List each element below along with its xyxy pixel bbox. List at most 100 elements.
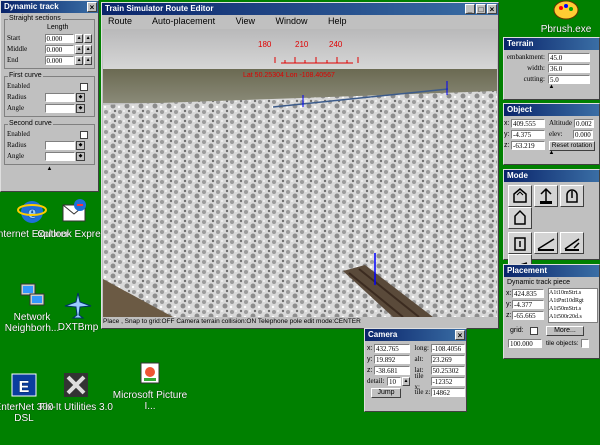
camera-tile-z-field[interactable]: 14862: [430, 388, 465, 397]
group-title: Second curve: [8, 120, 53, 127]
object-z-field[interactable]: -63.219: [511, 141, 545, 150]
minimize-icon[interactable]: _: [465, 4, 475, 14]
list-item[interactable]: A1t10mStrt.s: [549, 289, 597, 297]
more-button[interactable]: More...: [546, 325, 584, 336]
enabled-label: Enabled: [7, 130, 30, 138]
camera-lat-field[interactable]: 50.25302: [430, 366, 465, 375]
slider-button[interactable]: ◆: [76, 152, 85, 161]
place-track-tool[interactable]: [533, 232, 558, 254]
start-label: Start: [7, 34, 21, 42]
tile-objects-label: tile objects:: [546, 340, 579, 347]
menu-route[interactable]: Route: [108, 16, 132, 26]
close-icon[interactable]: ×: [487, 4, 497, 14]
second-curve-angle-field[interactable]: [45, 152, 75, 161]
second-curve-radius-field[interactable]: [45, 141, 75, 150]
list-item[interactable]: A1t50mStrt.s: [549, 305, 597, 313]
picture-it-icon: [135, 358, 165, 388]
object-x-field[interactable]: 409.555: [511, 119, 545, 128]
placement-x-field[interactable]: 424.835: [512, 289, 544, 298]
spin-button[interactable]: ▲: [84, 56, 92, 65]
move-object-tool[interactable]: [533, 185, 558, 207]
menu-view[interactable]: View: [236, 16, 255, 26]
slider-button[interactable]: ◆: [76, 104, 85, 113]
select-object-tool[interactable]: [508, 232, 532, 254]
list-item[interactable]: A1t500r20d.s: [549, 313, 597, 321]
camera-z-field[interactable]: -38.681: [374, 366, 410, 375]
enternet-icon: E: [9, 370, 39, 400]
desktop-icon-fix-it[interactable]: Fix-It Utilities 3.0: [38, 370, 114, 413]
second-curve-enabled-checkbox[interactable]: [80, 130, 88, 139]
embankment-field[interactable]: 45.0: [548, 53, 590, 62]
cutting-field[interactable]: 5.0: [548, 75, 590, 84]
terrain-titlebar[interactable]: Terrain: [504, 38, 599, 50]
paintbrush-icon: [551, 0, 581, 22]
alt-label: alt:: [414, 355, 424, 363]
spin-button[interactable]: ▲: [75, 45, 84, 54]
start-length-field[interactable]: 0.000: [44, 34, 75, 43]
mode-titlebar[interactable]: Mode: [504, 170, 599, 182]
tile-objects-field[interactable]: [580, 339, 589, 348]
route-editor-window: Train Simulator Route Editor × □ _ Route…: [101, 2, 499, 329]
dynamic-track-titlebar[interactable]: Dynamic track ×: [1, 1, 98, 13]
placement-y-field[interactable]: -4.377: [512, 300, 544, 309]
camera-alt-field[interactable]: 23.269: [430, 355, 465, 364]
desktop-icon-microsoft-picture-it[interactable]: Microsoft Picture I...: [112, 358, 188, 412]
window-title: Dynamic track: [4, 2, 59, 11]
rotate-track-tool[interactable]: [559, 232, 584, 254]
maximize-icon[interactable]: □: [476, 4, 486, 14]
raise-object-tool[interactable]: [559, 185, 584, 207]
menu-auto-placement[interactable]: Auto-placement: [152, 16, 215, 26]
camera-tile-x-field[interactable]: -12352: [430, 377, 465, 386]
menu-window[interactable]: Window: [275, 16, 307, 26]
detail-field[interactable]: 10: [387, 377, 401, 386]
slider-button[interactable]: ◆: [76, 141, 85, 150]
camera-y-field[interactable]: 19.892: [374, 355, 410, 364]
placement-z-field[interactable]: -65.665: [512, 311, 544, 320]
camera-x-field[interactable]: 432.765: [374, 344, 410, 353]
altitude-field[interactable]: 0.002: [573, 119, 594, 128]
desktop-icon-pbrush[interactable]: Pbrush.exe: [528, 0, 600, 35]
route-editor-titlebar[interactable]: Train Simulator Route Editor × □ _: [102, 3, 498, 15]
svg-text:E: E: [19, 379, 30, 396]
camera-long-field[interactable]: -108.4056: [430, 344, 465, 353]
angle-label: Angle: [7, 152, 25, 160]
object-y-field[interactable]: -4.375: [511, 130, 545, 139]
first-curve-radius-field[interactable]: [45, 93, 75, 102]
first-curve-angle-field[interactable]: [45, 104, 75, 113]
collapse-grip[interactable]: ▲: [504, 84, 599, 91]
slider-button[interactable]: ◆: [76, 93, 85, 102]
placement-titlebar[interactable]: Placement: [504, 265, 599, 277]
reset-rotation-button[interactable]: Reset rotation: [549, 140, 595, 151]
spin-button[interactable]: ▲: [75, 56, 84, 65]
spin-button[interactable]: ▲: [75, 34, 84, 43]
jump-button[interactable]: Jump: [371, 387, 401, 398]
first-curve-enabled-checkbox[interactable]: [80, 82, 88, 91]
collapse-grip[interactable]: ▲: [1, 166, 98, 173]
list-item[interactable]: A1tPnt10dRgt: [549, 297, 597, 305]
window-title: Object: [507, 105, 532, 114]
tile-z-label: tile z:: [414, 388, 431, 396]
spin-button[interactable]: ▲: [84, 45, 92, 54]
altitude-label: Altitude: [549, 119, 572, 127]
close-icon[interactable]: ×: [455, 330, 465, 340]
spin-button[interactable]: ▲: [84, 34, 92, 43]
menu-help[interactable]: Help: [328, 16, 347, 26]
close-icon[interactable]: ×: [87, 2, 97, 12]
camera-titlebar[interactable]: Camera ×: [365, 329, 466, 341]
place-object-tool[interactable]: [508, 185, 532, 207]
straight-sections-group: Straight sections Length Start 0.000 ▲ ▲ Mi…: [4, 15, 95, 69]
detail-spin-button[interactable]: ▲: [402, 377, 410, 386]
grid-checkbox[interactable]: [530, 326, 538, 335]
elev-field[interactable]: 0.000: [573, 130, 593, 139]
viewport-3d[interactable]: 180 210 240 Lat 50.25304 Lon -108.40567: [103, 29, 497, 317]
grid-size-field[interactable]: 100.000: [508, 339, 542, 348]
object-titlebar[interactable]: Object: [504, 104, 599, 116]
end-length-field[interactable]: 0.000: [44, 56, 75, 65]
end-label: End: [7, 56, 19, 64]
grid-label: grid:: [510, 327, 524, 334]
track-piece-list[interactable]: A1t10mStrt.s A1tPnt10dRgt A1t50mStrt.s A…: [548, 288, 598, 323]
collapse-grip[interactable]: ▲: [504, 150, 599, 157]
middle-length-field[interactable]: 0.000: [44, 45, 75, 54]
delete-object-tool[interactable]: [508, 207, 532, 229]
width-field[interactable]: 36.0: [548, 64, 590, 73]
